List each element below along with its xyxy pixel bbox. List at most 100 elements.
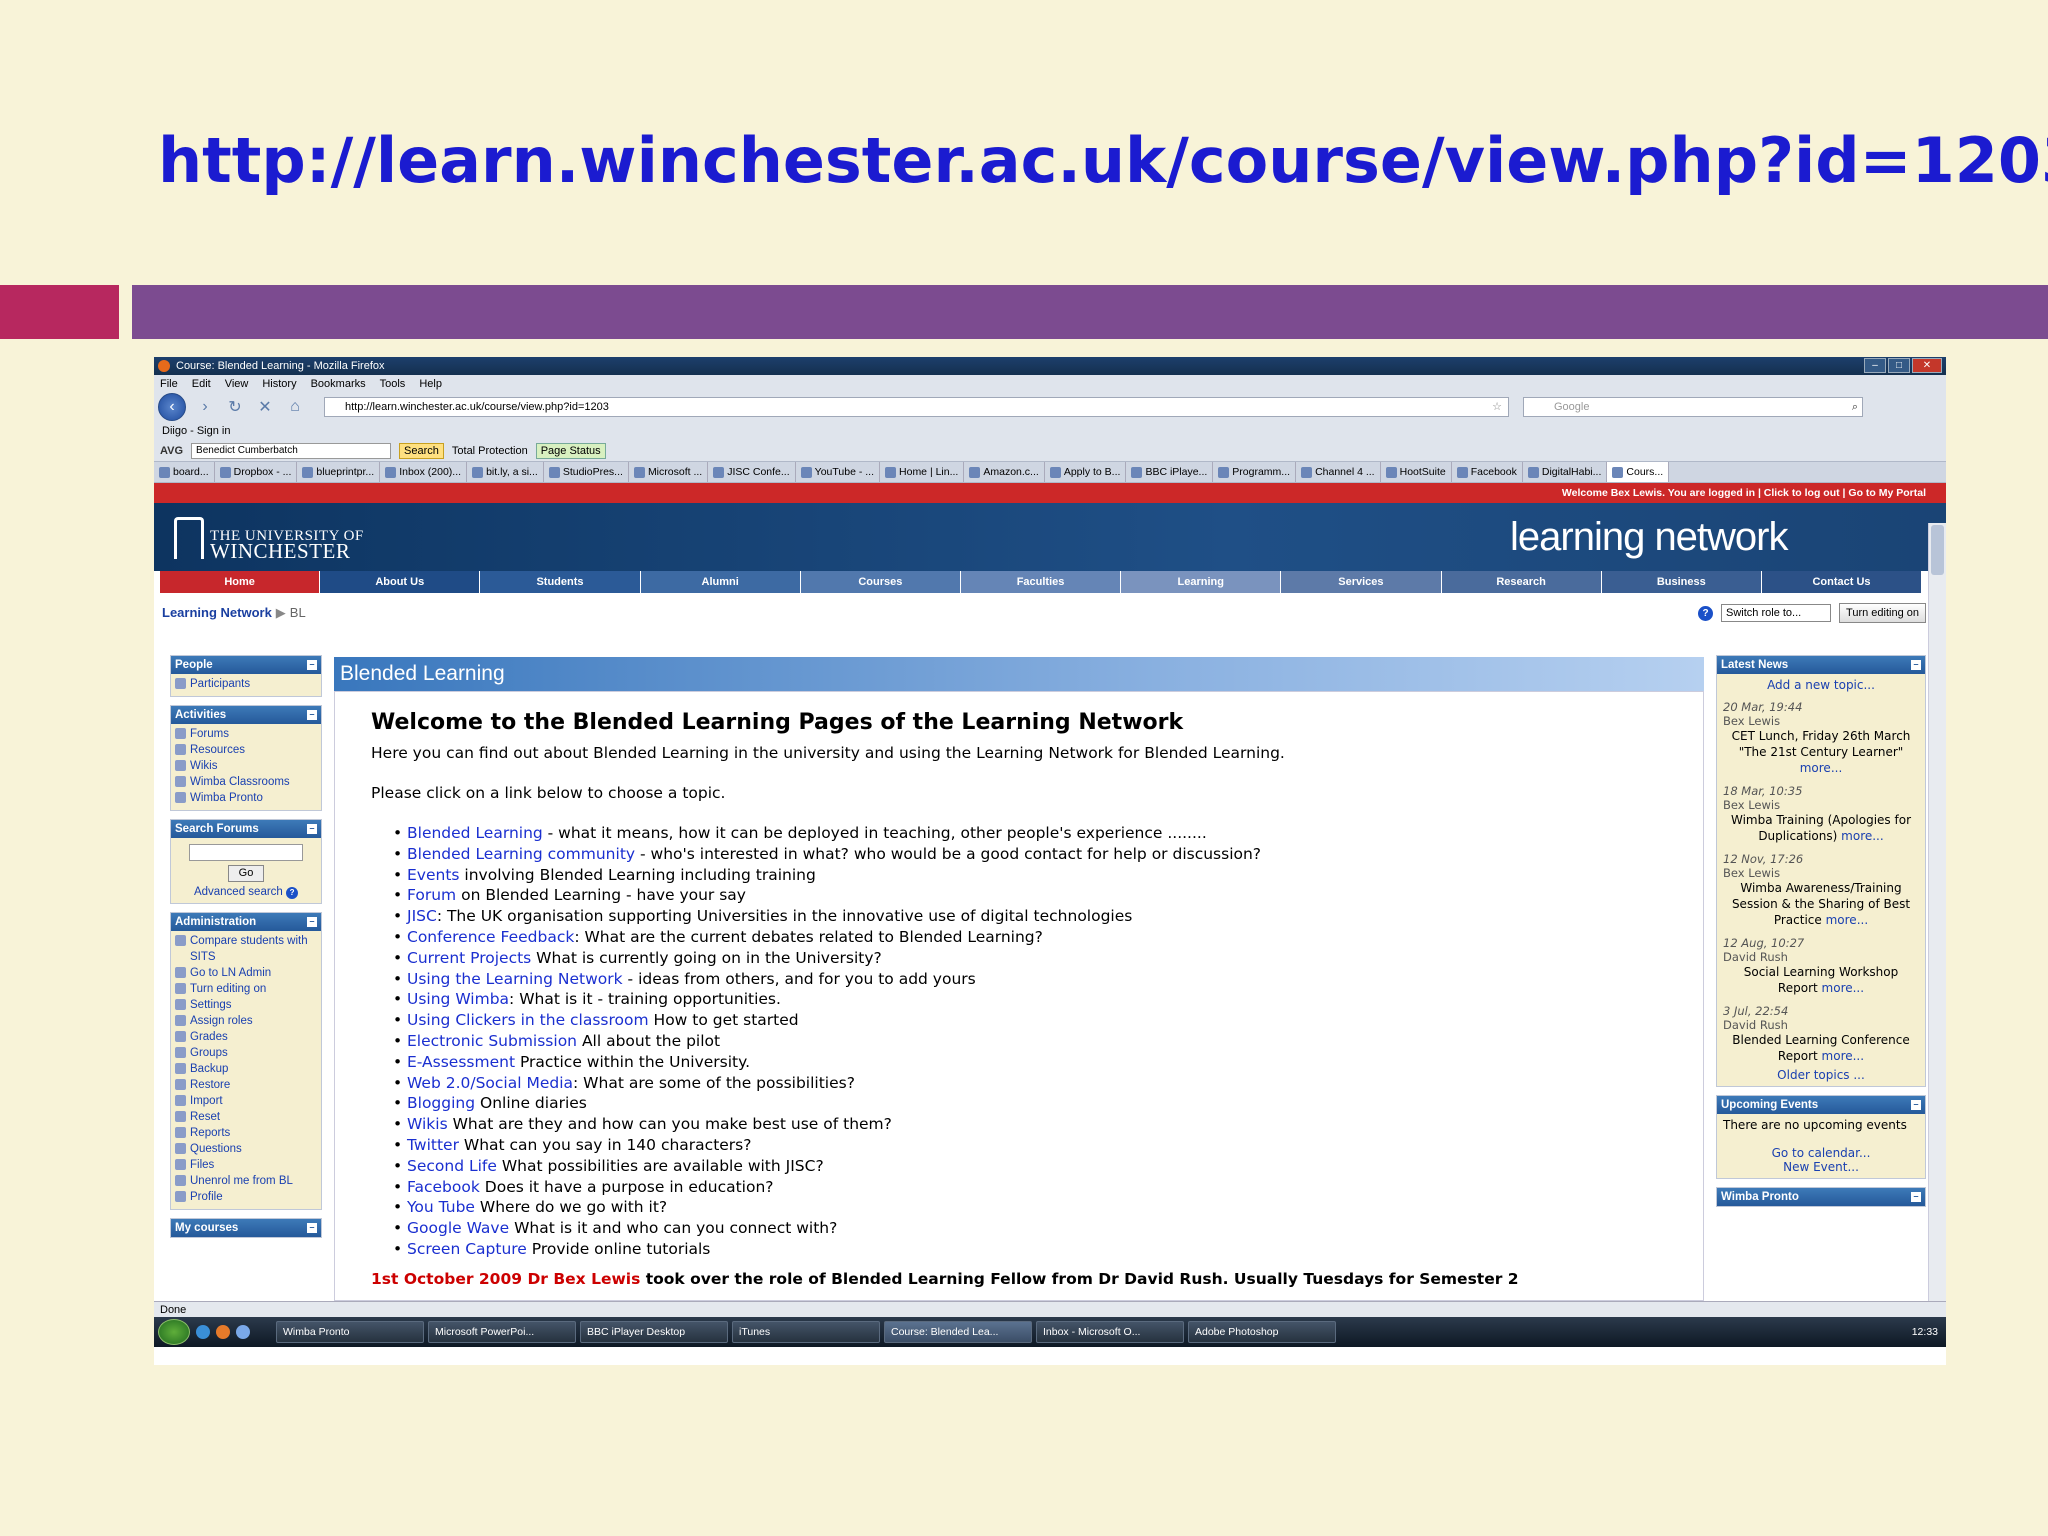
topic-link[interactable]: JISC	[407, 907, 437, 925]
avg-search-field[interactable]: Benedict Cumberbatch	[191, 443, 392, 459]
browser-tab[interactable]: Cours...	[1607, 462, 1670, 482]
reload-icon[interactable]: ↻	[224, 397, 246, 417]
scrollbar-thumb[interactable]	[1931, 525, 1944, 575]
browser-tab[interactable]: Inbox (200)...	[380, 462, 468, 482]
topic-link[interactable]: Using Wimba	[407, 990, 509, 1008]
sidebar-item[interactable]: Wimba Classrooms	[175, 774, 317, 790]
news-more-link[interactable]: more...	[1841, 829, 1884, 843]
nav-alumni[interactable]: Alumni	[640, 571, 801, 593]
stop-icon[interactable]: ✕	[254, 397, 276, 417]
sidebar-item[interactable]: Go to LN Admin	[175, 965, 317, 981]
sidebar-item[interactable]: Reset	[175, 1109, 317, 1125]
taskbar-item[interactable]: BBC iPlayer Desktop	[580, 1321, 728, 1343]
calendar-link[interactable]: Go to calendar...	[1723, 1146, 1919, 1160]
browser-tab[interactable]: blueprintpr...	[297, 462, 381, 482]
older-topics-link[interactable]: Older topics ...	[1723, 1068, 1919, 1082]
sidebar-item[interactable]: Participants	[175, 676, 317, 692]
browser-tab[interactable]: Microsoft ...	[629, 462, 709, 482]
university-logo[interactable]: THE UNIVERSITY OF WINCHESTER	[210, 529, 364, 562]
menu-item-edit[interactable]: Edit	[192, 375, 211, 393]
sidebar-item[interactable]: Groups	[175, 1045, 317, 1061]
total-protection-link[interactable]: Total Protection	[452, 445, 528, 457]
news-more-link[interactable]: more...	[1826, 913, 1869, 927]
taskbar-item[interactable]: Course: Blended Lea...	[884, 1321, 1032, 1343]
taskbar-item[interactable]: Adobe Photoshop	[1188, 1321, 1336, 1343]
topic-link[interactable]: Facebook	[407, 1178, 480, 1196]
nav-about-us[interactable]: About Us	[320, 571, 481, 593]
login-bar[interactable]: Welcome Bex Lewis. You are logged in | C…	[154, 483, 1946, 503]
sidebar-item[interactable]: Compare students with SITS	[175, 933, 317, 965]
sidebar-item[interactable]: Settings	[175, 997, 317, 1013]
turn-editing-button[interactable]: Turn editing on	[1839, 603, 1926, 623]
sidebar-item[interactable]: Grades	[175, 1029, 317, 1045]
topic-link[interactable]: Blogging	[407, 1094, 475, 1112]
collapse-icon[interactable]: –	[307, 824, 317, 834]
topic-link[interactable]: Electronic Submission	[407, 1032, 577, 1050]
browser-tab[interactable]: StudioPres...	[544, 462, 629, 482]
page-scrollbar[interactable]	[1928, 523, 1946, 1301]
browser-tab[interactable]: Programm...	[1213, 462, 1297, 482]
browser-tab[interactable]: bit.ly, a si...	[467, 462, 544, 482]
help-icon[interactable]: ?	[286, 887, 299, 899]
topic-link[interactable]: E-Assessment	[407, 1053, 515, 1071]
menu-item-help[interactable]: Help	[419, 375, 442, 393]
browser-tab[interactable]: HootSuite	[1381, 462, 1452, 482]
news-more-link[interactable]: more...	[1822, 981, 1865, 995]
start-button[interactable]	[158, 1319, 190, 1345]
browser-tab[interactable]: JISC Confe...	[708, 462, 796, 482]
news-more-link[interactable]: more...	[1822, 1049, 1865, 1063]
forward-icon[interactable]: ›	[194, 398, 216, 416]
collapse-icon[interactable]: –	[307, 917, 317, 927]
browser-tab[interactable]: Home | Lin...	[880, 462, 965, 482]
sidebar-item[interactable]: Resources	[175, 742, 317, 758]
quick-launch-icon[interactable]	[196, 1325, 210, 1339]
menu-item-history[interactable]: History	[262, 375, 296, 393]
nav-contact-us[interactable]: Contact Us	[1761, 571, 1923, 593]
switch-role-select[interactable]: Switch role to...	[1721, 604, 1832, 622]
back-icon[interactable]: ‹	[158, 393, 186, 421]
browser-tab[interactable]: DigitalHabi...	[1523, 462, 1608, 482]
browser-tab[interactable]: Dropbox - ...	[215, 462, 298, 482]
quick-launch-icon[interactable]	[236, 1325, 250, 1339]
topic-link[interactable]: Events	[407, 866, 459, 884]
collapse-icon[interactable]: –	[307, 710, 317, 720]
nav-courses[interactable]: Courses	[800, 571, 961, 593]
search-input[interactable]: Google ⌕	[1523, 397, 1863, 417]
browser-tab[interactable]: YouTube - ...	[796, 462, 881, 482]
topic-link[interactable]: Conference Feedback	[407, 928, 574, 946]
sidebar-item[interactable]: Profile	[175, 1189, 317, 1205]
sidebar-item[interactable]: Import	[175, 1093, 317, 1109]
nav-services[interactable]: Services	[1281, 571, 1442, 593]
collapse-icon[interactable]: –	[1911, 660, 1921, 670]
quick-launch-icon[interactable]	[216, 1325, 230, 1339]
page-status-button[interactable]: Page Status	[535, 443, 606, 459]
avg-search-button[interactable]: Search	[399, 443, 444, 459]
nav-home[interactable]: Home	[160, 571, 321, 593]
menu-item-file[interactable]: File	[160, 375, 178, 393]
nav-research[interactable]: Research	[1441, 571, 1602, 593]
sidebar-item[interactable]: Wikis	[175, 758, 317, 774]
sidebar-item[interactable]: Turn editing on	[175, 981, 317, 997]
topic-link[interactable]: Web 2.0/Social Media	[407, 1074, 573, 1092]
sidebar-item[interactable]: Questions	[175, 1141, 317, 1157]
browser-tab[interactable]: Apply to B...	[1045, 462, 1127, 482]
taskbar-item[interactable]: Inbox - Microsoft O...	[1036, 1321, 1184, 1343]
close-icon[interactable]: ✕	[1912, 358, 1942, 373]
topic-link[interactable]: Wikis	[407, 1115, 448, 1133]
topic-link[interactable]: Blended Learning community	[407, 845, 635, 863]
browser-tab[interactable]: board...	[154, 462, 215, 482]
topic-link[interactable]: Twitter	[407, 1136, 459, 1154]
nav-learning[interactable]: Learning	[1121, 571, 1282, 593]
sidebar-item[interactable]: Wimba Pronto	[175, 790, 317, 806]
maximize-icon[interactable]: □	[1888, 358, 1910, 373]
topic-link[interactable]: You Tube	[407, 1198, 475, 1216]
topic-link[interactable]: Second Life	[407, 1157, 497, 1175]
sidebar-item[interactable]: Reports	[175, 1125, 317, 1141]
topic-link[interactable]: Blended Learning	[407, 824, 543, 842]
url-bar[interactable]: http://learn.winchester.ac.uk/course/vie…	[324, 397, 1509, 417]
collapse-icon[interactable]: –	[1911, 1100, 1921, 1110]
browser-tab[interactable]: BBC iPlaye...	[1126, 462, 1214, 482]
topic-link[interactable]: Forum	[407, 886, 456, 904]
taskbar-item[interactable]: iTunes	[732, 1321, 880, 1343]
minimize-icon[interactable]: –	[1864, 358, 1886, 373]
